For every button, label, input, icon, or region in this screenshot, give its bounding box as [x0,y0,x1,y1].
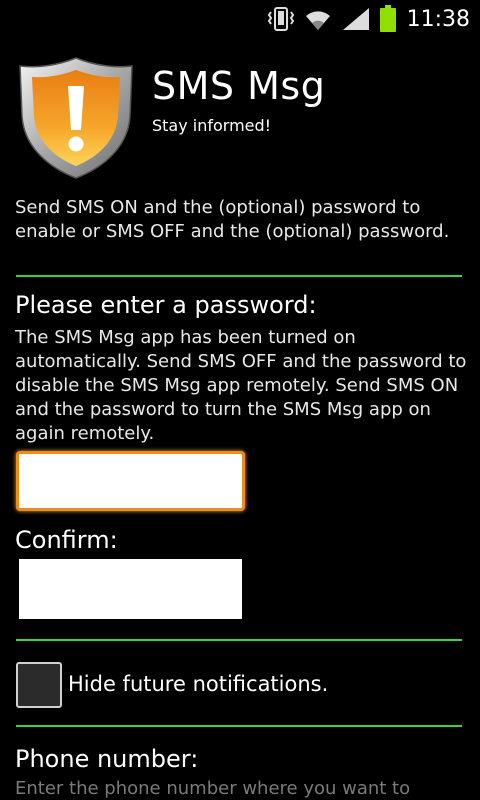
hide-notifications-checkbox[interactable] [16,662,62,708]
password-heading: Please enter a password: [15,291,317,319]
app-header: SMS Msg Stay informed! [16,52,476,182]
app-subtitle: Stay informed! [152,116,272,135]
vibrate-icon [267,6,295,32]
confirm-password-input[interactable] [19,559,242,619]
confirm-label: Confirm: [15,526,118,554]
status-bar: 11:38 [0,0,480,38]
password-input[interactable] [16,451,245,511]
hide-notifications-label[interactable]: Hide future notifications. [68,672,328,696]
section-divider [16,639,462,641]
wifi-icon [303,6,333,32]
section-divider [16,275,462,277]
phone-description: Enter the phone number where you want to [15,778,411,799]
intro-text: Send SMS ON and the (optional) password … [15,197,450,242]
warning-shield-icon [19,57,133,179]
password-description: The SMS Msg app has been turned on autom… [15,327,467,444]
status-time: 11:38 [406,6,470,32]
signal-icon [341,6,371,32]
app-title: SMS Msg [152,64,326,108]
screen: 11:38 SMS Msg Stay informed! Send SMS ON… [0,0,480,800]
phone-heading: Phone number: [15,745,199,773]
section-divider [16,725,462,727]
battery-icon [379,5,397,33]
